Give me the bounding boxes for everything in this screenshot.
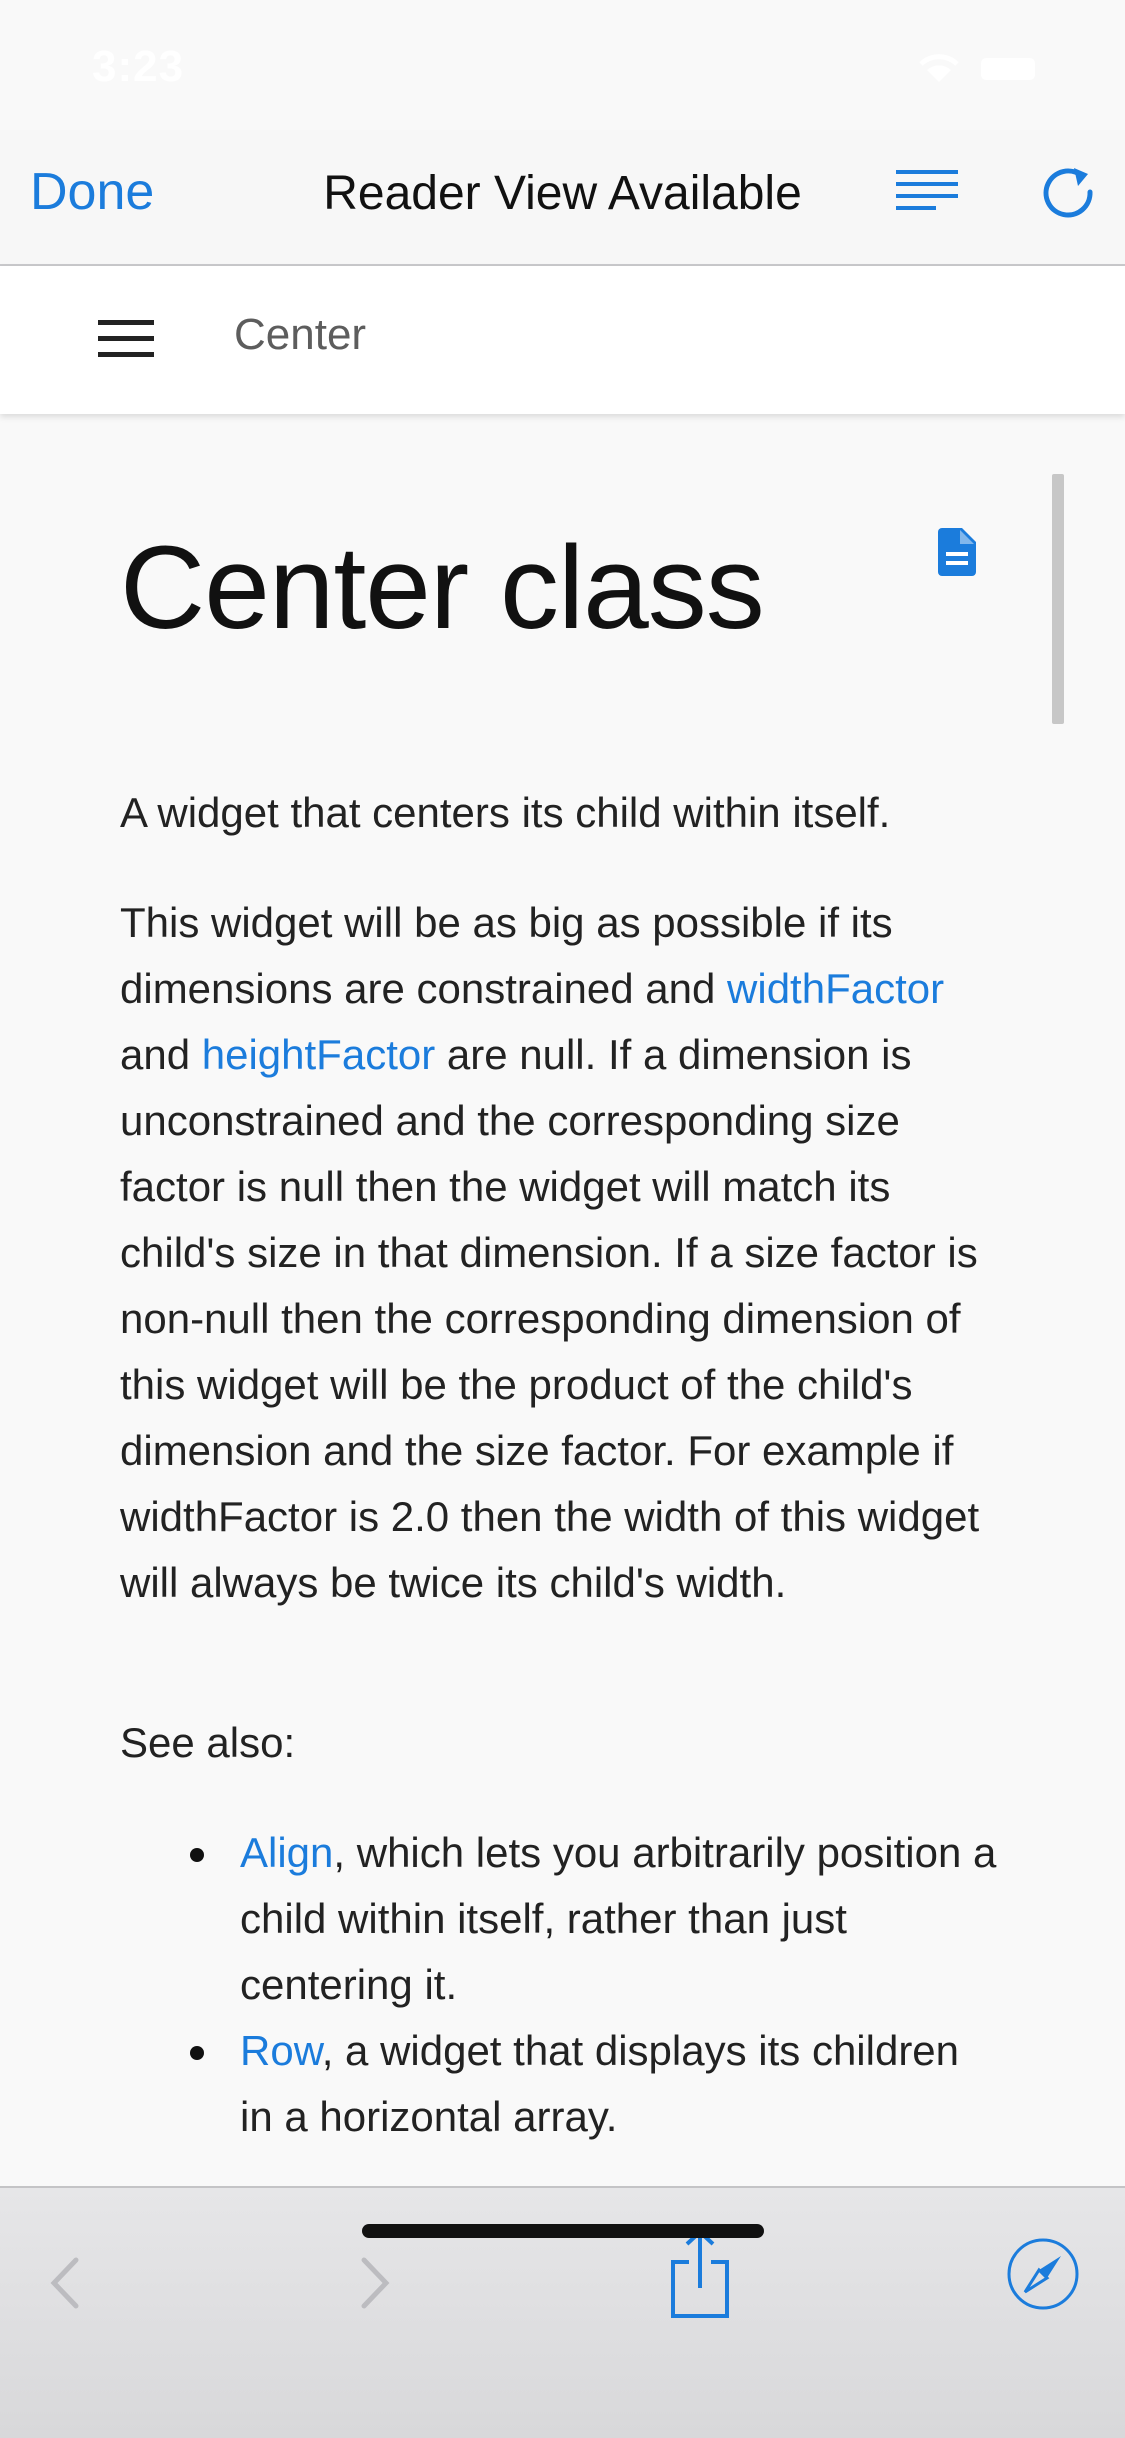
align-link[interactable]: Align (240, 1829, 333, 1876)
source-code-icon[interactable] (938, 528, 976, 576)
list-item-text: , which lets you arbitrarily position a … (240, 1829, 997, 2008)
home-indicator (362, 2224, 764, 2238)
status-time: 3:23 (92, 42, 185, 91)
status-icons (919, 54, 1035, 82)
see-also-list: Align, which lets you arbitrarily positi… (120, 1820, 1000, 2150)
row-link[interactable]: Row (240, 2027, 322, 2074)
intro-paragraph: A widget that centers its child within i… (120, 789, 891, 836)
para-text-and: and (120, 1031, 202, 1078)
scrollbar[interactable] (1052, 474, 1064, 724)
description-paragraph: This widget will be as big as possible i… (120, 890, 1000, 1616)
list-item: Row, a widget that displays its children… (120, 2018, 1000, 2150)
reload-icon[interactable] (1038, 158, 1098, 222)
list-item: Align, which lets you arbitrarily positi… (120, 1820, 1000, 2018)
share-icon[interactable] (665, 2228, 735, 2320)
safari-compass-icon[interactable] (1005, 2236, 1081, 2312)
see-also-label: See also: (120, 1719, 296, 1766)
bullet-icon (190, 1848, 204, 1862)
page-title: Center class (120, 522, 765, 654)
nav-bar: Done Reader View Available (0, 130, 1125, 266)
back-chevron-icon[interactable] (40, 2248, 90, 2318)
forward-chevron-icon[interactable] (350, 2248, 400, 2318)
doc-header: Center (0, 266, 1125, 414)
battery-icon (981, 58, 1035, 80)
header-title: Center (234, 310, 367, 359)
widthfactor-link[interactable]: widthFactor (727, 965, 944, 1012)
list-item-text: , a widget that displays its children in… (240, 2027, 960, 2140)
wifi-icon (919, 54, 959, 82)
para-text-rest: are null. If a dimension is unconstraine… (120, 1031, 980, 1606)
status-bar: 3:23 (0, 0, 1125, 130)
bullet-icon (190, 2046, 204, 2060)
hamburger-menu-icon[interactable] (98, 316, 156, 362)
heightfactor-link[interactable]: heightFactor (202, 1031, 435, 1078)
reader-lines-icon[interactable] (896, 166, 960, 218)
